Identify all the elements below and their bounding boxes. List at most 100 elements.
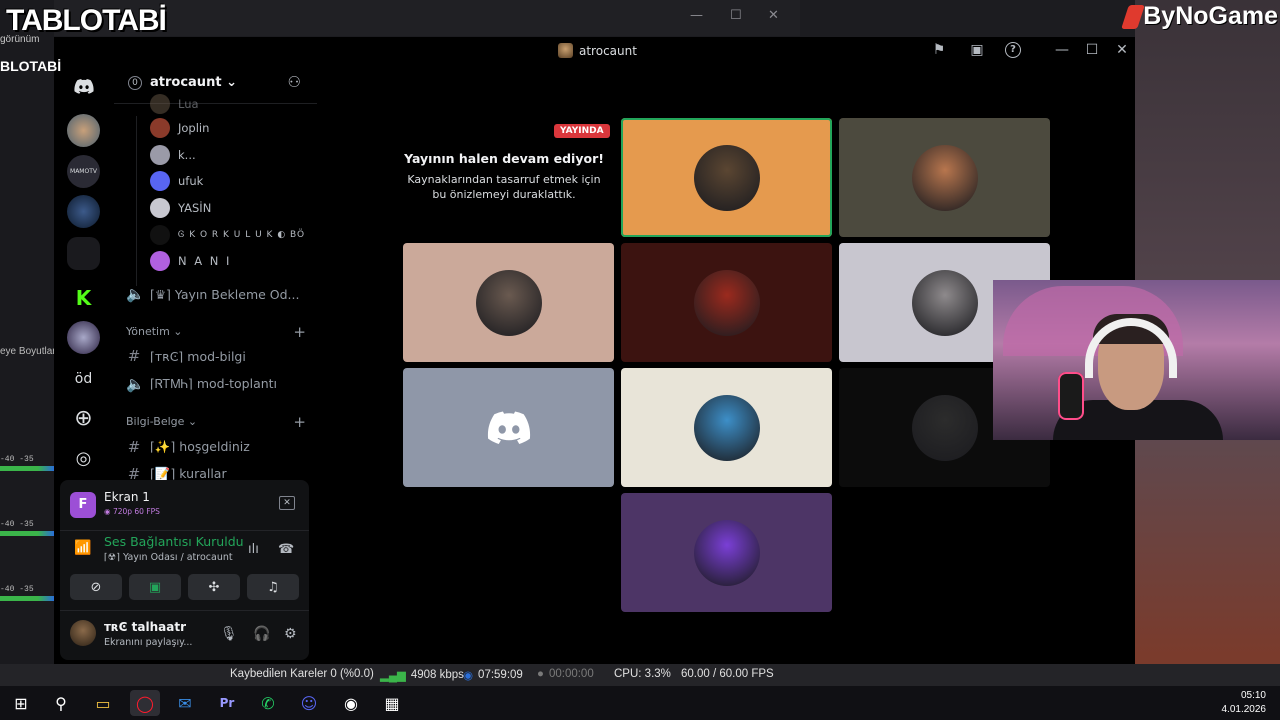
current-user: ᴛʀϾ talhaatr Ekranını paylaşıy... 🎙 🎧 ⚙	[70, 618, 299, 654]
user-status: Ekranını paylaşıy...	[104, 637, 193, 648]
obs-status-bar: Kaybedilen Kareler 0 (%0.0) ▂▄▆ 4908 kbps…	[0, 664, 1280, 686]
participant-avatar	[912, 395, 978, 461]
voice-member[interactable]: YASİN	[150, 197, 211, 219]
category-bilgi-belge[interactable]: Bilgi-Belge ⌄ +	[126, 413, 306, 431]
user-panel: F Ekran 1 ◉ 720p 60 FPS ✕ 📶 Ses Bağlantı…	[60, 480, 309, 660]
voice-member[interactable]: ufuk	[150, 170, 203, 192]
server-avatar[interactable]: MAMOTV	[67, 155, 100, 188]
bg-minimize-icon: —	[690, 8, 703, 23]
participant-tile[interactable]	[403, 368, 614, 487]
settings-gear-icon[interactable]: ⚙	[284, 626, 297, 642]
participant-tile[interactable]	[403, 243, 614, 362]
participant-avatar	[912, 145, 978, 211]
taskbar-start-icon[interactable]: ⊞	[6, 690, 36, 716]
member-avatar	[150, 198, 170, 218]
paused-text: Kaynaklarından tasarruf etmek için bu ön…	[407, 173, 601, 201]
title-bar: atrocaunt ⚑ ▣ ? — ☐ ✕	[54, 37, 1135, 64]
voice-member[interactable]: k...	[150, 144, 196, 166]
bg-maximize-icon: ☐	[730, 8, 742, 23]
system-clock[interactable]: 05:10 4.01.2026	[1222, 689, 1267, 717]
disconnect-icon[interactable]: ☎	[278, 542, 294, 557]
voice-connection: 📶 Ses Bağlantısı Kuruldu ⌈☢⌉ Yayın Odası…	[70, 532, 299, 568]
camera-off-button[interactable]: ⊘	[70, 574, 122, 600]
voice-tree-line	[136, 116, 137, 286]
live-badge: YAYINDA	[554, 124, 610, 138]
audio-meter: -40 -35	[0, 455, 54, 471]
voice-channel-path[interactable]: ⌈☢⌉ Yayın Odası / atrocaunt	[104, 552, 233, 563]
server-avatar[interactable]	[67, 321, 100, 354]
fps: 60.00 / 60.00 FPS	[681, 668, 774, 680]
voice-member[interactable]: Ꮆ K O R K U L U K ◐ BÖ	[150, 224, 305, 246]
webcam-overlay	[993, 280, 1280, 440]
voice-action-row: ⊘ ▣ ✣ ♫	[70, 574, 299, 600]
category-yonetim[interactable]: Yönetim ⌄ +	[126, 323, 306, 341]
server-header[interactable]: 0 atrocaunt ⌄ ⚇	[114, 64, 317, 104]
divider	[60, 530, 309, 531]
taskbar-premiere-icon[interactable]: Pr	[212, 690, 242, 716]
stream-icon: ◉	[463, 670, 474, 682]
participant-tile[interactable]	[839, 118, 1050, 237]
username[interactable]: ᴛʀϾ talhaatr	[104, 620, 186, 634]
stream-quality: ◉ 720p 60 FPS	[104, 507, 160, 516]
taskbar-mail-icon[interactable]: ✉	[170, 690, 200, 716]
server-avatar[interactable]	[67, 195, 100, 228]
headphones-icon[interactable]: 🎧	[253, 626, 270, 642]
inbox-icon[interactable]: ▣	[967, 42, 987, 58]
add-server-icon[interactable]: ⊕	[67, 402, 100, 435]
explore-icon[interactable]: ◎	[67, 442, 100, 475]
taskbar-search-icon[interactable]: ⚲	[46, 690, 76, 716]
participant-tile[interactable]	[621, 493, 832, 612]
channel-hosgeldiniz[interactable]: # ⌈✨⌉ hoşgeldiniz	[126, 438, 250, 456]
kick-icon[interactable]: K	[67, 281, 100, 314]
screen-share-button[interactable]: ▣	[129, 574, 181, 600]
bitrate: ▂▄▆ 4908 kbps	[380, 669, 464, 682]
maximize-button[interactable]: ☐	[1082, 42, 1102, 58]
avatar[interactable]	[70, 620, 96, 646]
participant-tile[interactable]	[621, 118, 832, 237]
close-button[interactable]: ✕	[1112, 42, 1132, 58]
stream-time: ◉ 07:59:09	[463, 669, 523, 682]
participant-avatar	[912, 270, 978, 336]
member-avatar	[150, 251, 170, 271]
stream-avatar: F	[70, 492, 96, 518]
invite-icon[interactable]: ⚇	[288, 73, 301, 91]
microphone	[1058, 372, 1084, 420]
flag-icon[interactable]: ⚑	[929, 42, 949, 58]
voice-channel-mod-toplanti[interactable]: 🔈 ⌈ᏒᎢᎷᏂ⌉ mod-toplantı	[126, 375, 277, 393]
channel-mod-bilgi[interactable]: # ⌈ᴛʀϾ⌉ mod-bilgi	[126, 347, 246, 365]
discord-home-icon[interactable]	[67, 70, 100, 103]
cpu-usage: CPU: 3.3%	[614, 668, 671, 680]
channel-sidebar: 0 atrocaunt ⌄ ⚇ Lua Joplin k... ufuk YAS…	[60, 64, 317, 664]
taskbar-obs-icon[interactable]: ◉	[336, 690, 366, 716]
stream-brand-logo: TABLOTABİ	[6, 4, 167, 37]
voice-member[interactable]: N A N I	[150, 250, 231, 272]
member-avatar	[150, 118, 170, 138]
voice-member[interactable]: Lua	[150, 93, 199, 115]
taskbar-file-explorer-icon[interactable]: ▭	[88, 690, 118, 716]
voice-status-title[interactable]: Ses Bağlantısı Kuruldu	[104, 534, 244, 549]
minimize-button[interactable]: —	[1052, 42, 1072, 58]
stream-status[interactable]: F Ekran 1 ◉ 720p 60 FPS ✕	[70, 490, 299, 522]
taskbar-whatsapp-icon[interactable]: ✆	[253, 690, 283, 716]
taskbar-opera-icon[interactable]: ◯	[130, 690, 160, 716]
activities-button[interactable]: ✣	[188, 574, 240, 600]
microphone-icon[interactable]: 🎙	[220, 626, 238, 642]
server-folder[interactable]	[67, 237, 100, 270]
participant-avatar	[694, 270, 760, 336]
voice-channel-waiting[interactable]: 🔈 ⌈♛⌉ Yayın Bekleme Od...	[126, 285, 299, 303]
help-icon[interactable]: ?	[1005, 42, 1021, 58]
text-server[interactable]: öd	[67, 362, 100, 395]
noise-suppression-icon[interactable]: ılı	[248, 542, 259, 557]
add-channel-icon[interactable]: +	[293, 413, 306, 431]
participant-tile[interactable]	[621, 368, 832, 487]
taskbar-discord-icon[interactable]: ☺	[294, 690, 324, 716]
add-channel-icon[interactable]: +	[293, 323, 306, 341]
divider	[60, 610, 309, 611]
stop-stream-icon[interactable]: ✕	[279, 496, 295, 510]
voice-member[interactable]: Joplin	[150, 117, 209, 139]
participant-tile[interactable]	[621, 243, 832, 362]
soundboard-button[interactable]: ♫	[247, 574, 299, 600]
server-avatar[interactable]	[67, 114, 100, 147]
participant-avatar	[694, 145, 760, 211]
taskbar-task-view-icon[interactable]: ▦	[377, 690, 407, 716]
